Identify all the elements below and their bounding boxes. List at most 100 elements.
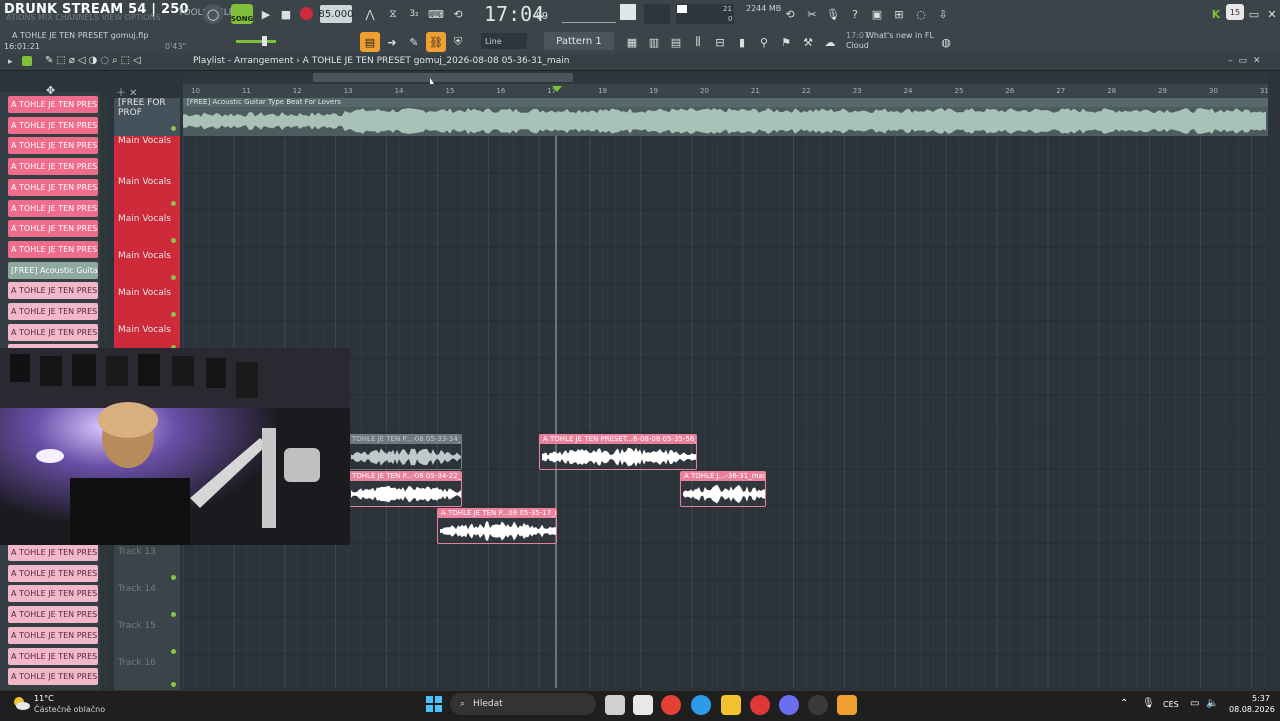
- track-header-3[interactable]: Main Vocals: [114, 173, 180, 210]
- cloud-icon[interactable]: ☁: [820, 32, 840, 52]
- picker-item[interactable]: A TOHLE JE TEN PRESET g: [8, 116, 98, 134]
- picker-item[interactable]: A TOHLE JE TEN PRESET g: [8, 282, 98, 300]
- step-edit-icon[interactable]: ⌨: [426, 4, 446, 24]
- audio-clip[interactable]: A TOHLE JE TEN PRESET...6-08-08 05-35-56…: [539, 434, 697, 470]
- move-icon[interactable]: ✥: [46, 84, 55, 97]
- wait-input-icon[interactable]: ⧖: [383, 4, 403, 24]
- track-active-led[interactable]: [171, 649, 176, 654]
- browser-icon[interactable]: ⊟: [710, 32, 730, 52]
- picker-item[interactable]: A TOHLE JE TEN PRESET g: [8, 303, 98, 320]
- track-header-2[interactable]: Main Vocals: [114, 136, 180, 173]
- track-header-1[interactable]: [FREE FOR PROF: [114, 98, 180, 136]
- picker-item[interactable]: A TOHLE JE TEN PRESET g: [8, 96, 98, 113]
- snap-select[interactable]: Line: [481, 33, 527, 49]
- audio-clip[interactable]: TOHLE JE TEN P...-08 05-33-34_main: [348, 434, 462, 470]
- playlist-add-close-icon[interactable]: ＋ ✕: [116, 84, 180, 99]
- horizontal-scrollbar[interactable]: [183, 71, 1268, 84]
- magnet-icon[interactable]: [22, 56, 32, 66]
- track-active-led[interactable]: [171, 682, 176, 687]
- cut-icon[interactable]: ✂: [802, 4, 822, 24]
- picker-item[interactable]: [FREE] Acoustic Guita: [8, 261, 98, 279]
- edge-icon[interactable]: [691, 695, 711, 715]
- discord-icon[interactable]: [779, 695, 799, 715]
- picker-item[interactable]: A TOHLE JE TEN PRESET g: [8, 626, 98, 644]
- track-header-15[interactable]: Track 15: [114, 621, 180, 658]
- track-header-14[interactable]: Track 14: [114, 584, 180, 621]
- scrollbar-thumb[interactable]: [313, 73, 573, 82]
- help-icon[interactable]: ?: [845, 4, 865, 24]
- weather-icon[interactable]: [12, 695, 30, 711]
- picker-item[interactable]: A TOHLE JE TEN PRESET g: [8, 323, 98, 341]
- tag-icon[interactable]: ⚑: [776, 32, 796, 52]
- plugin-icon[interactable]: ⊞: [889, 4, 909, 24]
- language-indicator[interactable]: CES: [1163, 700, 1179, 709]
- picker-item[interactable]: A TOHLE JE TEN PRESET g: [8, 240, 98, 258]
- main-menu[interactable]: ATIONS MIX CHANNELS VIEW OPTIONS: [6, 13, 161, 22]
- paint-icon[interactable]: ✎: [404, 32, 424, 52]
- track-active-led[interactable]: [171, 238, 176, 243]
- obs-icon[interactable]: [808, 695, 828, 715]
- stop-button[interactable]: ■: [276, 4, 296, 24]
- picker-item[interactable]: A TOHLE JE TEN PRESET g: [8, 647, 98, 665]
- playhead-marker-icon[interactable]: [552, 86, 562, 92]
- audio-clip[interactable]: A TOHLE JE TEN P...08 05-35-17_main: [437, 508, 557, 544]
- picker-item[interactable]: A TOHLE JE TEN PRESET g: [8, 544, 98, 561]
- master-volume-slider[interactable]: [236, 40, 276, 43]
- track-header-13[interactable]: Track 13: [114, 547, 180, 584]
- master-volume-knob[interactable]: ◯: [203, 4, 223, 24]
- globe-icon[interactable]: ◍: [936, 32, 956, 52]
- track-header-7[interactable]: Main Vocals: [114, 321, 180, 351]
- window-controls[interactable]: –▭✕: [1228, 56, 1267, 66]
- app-red-icon[interactable]: [750, 695, 770, 715]
- countdown-icon[interactable]: 3₂: [404, 4, 424, 24]
- pattern-selector[interactable]: Pattern 1: [544, 32, 614, 50]
- weather-temperature[interactable]: 11°C: [34, 694, 54, 703]
- picker-item[interactable]: A TOHLE JE TEN PRESET g: [8, 199, 98, 217]
- close-icon[interactable]: ✕: [1262, 4, 1280, 24]
- tray-mic-icon[interactable]: 🎙: [1142, 698, 1155, 709]
- account-icon[interactable]: 15: [1226, 4, 1244, 20]
- track-header-16[interactable]: Track 16: [114, 658, 180, 688]
- piano-roll-icon[interactable]: ▤: [666, 32, 686, 52]
- track-active-led[interactable]: [171, 575, 176, 580]
- chrome-icon[interactable]: [661, 695, 681, 715]
- picker-item[interactable]: A TOHLE JE TEN PRESET g: [8, 606, 98, 624]
- save-icon[interactable]: ▣: [867, 4, 887, 24]
- timeline-ruler[interactable]: 10 11 12 13 14 15 16 17 18 19 20 21 22 23 24 25 26 27 28 29…: [183, 84, 1269, 98]
- audio-clip[interactable]: A TOHLE J...-36-31_main: [680, 471, 766, 507]
- microphone-icon[interactable]: 🎙: [823, 4, 843, 24]
- picker-item[interactable]: A TOHLE JE TEN PRESET g: [8, 158, 98, 176]
- picker-item[interactable]: A TOHLE JE TEN PRESET g: [8, 564, 98, 582]
- chat-icon[interactable]: ◌: [911, 4, 931, 24]
- track-active-led[interactable]: [171, 201, 176, 206]
- system-date[interactable]: 08.08.2026: [1229, 705, 1275, 714]
- windows-start-icon[interactable]: [426, 696, 442, 712]
- picker-item[interactable]: A TOHLE JE TEN PRESET g: [8, 137, 98, 155]
- picker-item[interactable]: A TOHLE JE TEN PRESET g: [8, 220, 98, 238]
- plug-icon[interactable]: ⚲: [754, 32, 774, 52]
- clip-guitar-label[interactable]: [FREE] Acoustic Guitar Type Beat For Lov…: [187, 98, 341, 106]
- track-active-led[interactable]: [171, 612, 176, 617]
- track-header-5[interactable]: Main Vocals: [114, 247, 180, 284]
- track-active-led[interactable]: [171, 312, 176, 317]
- playlist-window-icon[interactable]: ▦: [622, 32, 642, 52]
- picker-item[interactable]: A TOHLE JE TEN PRESET g: [8, 178, 98, 196]
- playlist-snap-icon[interactable]: ▤: [360, 32, 380, 52]
- undo-icon[interactable]: ⟲: [780, 4, 800, 24]
- weather-description[interactable]: Částečně oblačno: [34, 705, 105, 714]
- wrench-icon[interactable]: ⚒: [798, 32, 818, 52]
- tempo-display[interactable]: 85.000: [319, 5, 354, 23]
- song-mode-toggle[interactable]: SONG: [231, 4, 253, 24]
- tray-chevron-icon[interactable]: ⌃: [1120, 698, 1128, 709]
- network-icon[interactable]: ▭: [1190, 698, 1199, 709]
- master-pitch-slider[interactable]: [562, 6, 616, 23]
- download-icon[interactable]: ⇩: [933, 4, 953, 24]
- fl-studio-icon[interactable]: [837, 695, 857, 715]
- taskbar-search[interactable]: ⌕ Hledat: [450, 693, 596, 715]
- news-headline[interactable]: What's new in FL: [866, 31, 934, 40]
- audio-clip[interactable]: TOHLE JE TEN P...-08 05-34-22_main: [348, 471, 462, 507]
- picker-item[interactable]: A TOHLE JE TEN PRESET g: [8, 668, 98, 686]
- channel-rack-icon[interactable]: ▥: [644, 32, 664, 52]
- system-time[interactable]: 5:37: [1252, 694, 1270, 703]
- file-explorer-icon[interactable]: [721, 695, 741, 715]
